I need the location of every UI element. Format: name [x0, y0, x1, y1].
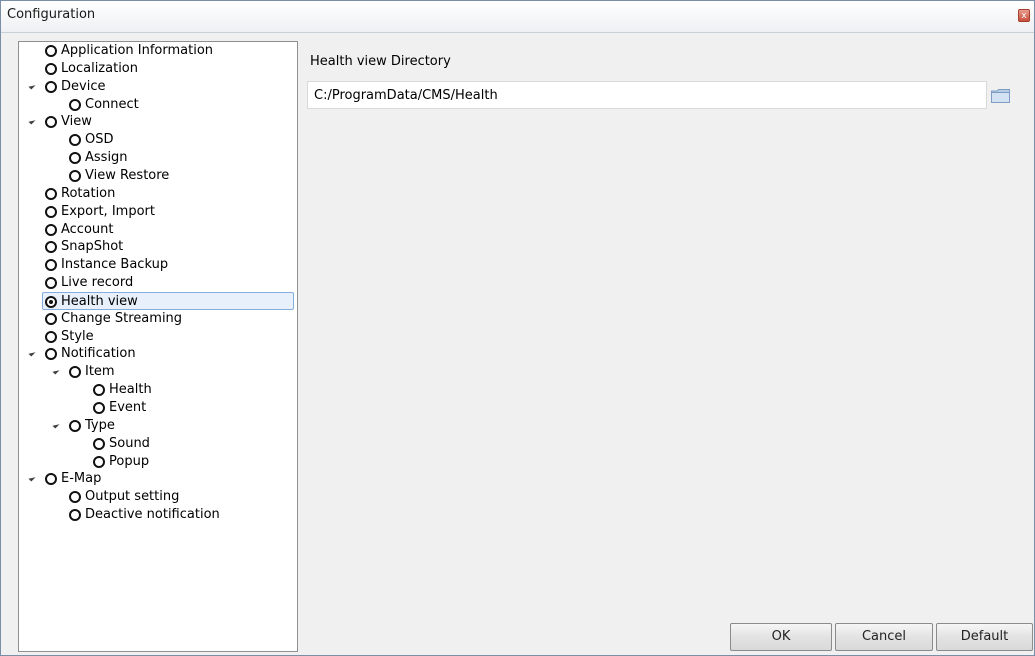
tree-item-label: Style	[61, 328, 94, 344]
tree-item-label: View Restore	[85, 167, 170, 183]
radio-icon[interactable]	[45, 187, 57, 200]
close-button[interactable]: x	[1018, 9, 1030, 22]
radio-checked-icon[interactable]	[45, 295, 57, 308]
expand-arrow-icon[interactable]	[28, 82, 36, 90]
health-view-directory-label: Health view Directory	[310, 54, 451, 69]
tree-item-notification[interactable]: Notification	[28, 345, 297, 363]
radio-icon[interactable]	[45, 473, 57, 486]
tree-item-popup[interactable]: Popup	[93, 453, 297, 471]
tree-item-change-streaming[interactable]: Change Streaming	[45, 310, 297, 328]
radio-icon[interactable]	[93, 402, 105, 414]
tree-item-type[interactable]: Type	[52, 417, 297, 435]
tree-item-label: Deactive notification	[85, 507, 220, 523]
tree-item-label: Health view	[61, 293, 138, 309]
folder-browse-icon[interactable]	[991, 89, 1010, 103]
ok-button[interactable]: OK	[730, 623, 832, 651]
tree-item-output-setting[interactable]: Output setting	[69, 488, 297, 506]
radio-icon[interactable]	[45, 348, 57, 361]
radio-icon[interactable]	[45, 330, 57, 343]
tree-item-label: Live record	[61, 275, 134, 291]
tree-item-item[interactable]: Item	[52, 363, 297, 381]
tree-item-label: Sound	[109, 435, 150, 451]
tree-item-label: Application Information	[61, 43, 214, 58]
tree-item-assign[interactable]: Assign	[69, 149, 297, 167]
tree-item-label: Popup	[109, 453, 150, 469]
tree-item-view[interactable]: View	[28, 113, 297, 131]
tree-item-connect[interactable]: Connect	[69, 96, 297, 114]
radio-icon[interactable]	[69, 491, 81, 504]
tree-item-label: Output setting	[85, 489, 180, 505]
radio-icon[interactable]	[45, 45, 57, 57]
tree-item-account[interactable]: Account	[45, 221, 297, 239]
radio-icon[interactable]	[45, 277, 57, 290]
tree-item-health[interactable]: Health	[93, 381, 297, 399]
tree-item-style[interactable]: Style	[45, 328, 297, 346]
configuration-dialog: Configuration x Application Information L…	[0, 0, 1035, 656]
tree-item-label: Assign	[85, 150, 128, 166]
tree-item-e-map[interactable]: E-Map	[28, 470, 297, 488]
tree-item-label: Instance Backup	[61, 257, 169, 273]
tree-item-label: E-Map	[61, 471, 102, 487]
tree-item-label: SnapShot	[61, 239, 124, 255]
expand-arrow-icon[interactable]	[28, 474, 36, 482]
radio-icon[interactable]	[93, 384, 105, 397]
tree-item-snapshot[interactable]: SnapShot	[45, 238, 297, 256]
radio-icon[interactable]	[45, 116, 57, 129]
radio-icon[interactable]	[45, 80, 57, 93]
radio-icon[interactable]	[69, 419, 81, 432]
settings-tree[interactable]: Application Information Localization Devic…	[18, 41, 298, 652]
radio-icon[interactable]	[69, 98, 81, 111]
tree-item-label: Localization	[61, 60, 138, 76]
tree-item-deactive-notification[interactable]: Deactive notification	[69, 506, 297, 524]
radio-icon[interactable]	[93, 437, 105, 450]
tree-item-label: View	[61, 114, 92, 130]
tree-item-live-record[interactable]: Live record	[45, 274, 297, 292]
tree-item-label: Change Streaming	[61, 310, 183, 326]
radio-icon[interactable]	[45, 62, 57, 75]
tree-item-label: Connect	[85, 96, 139, 112]
radio-icon[interactable]	[69, 169, 81, 182]
radio-icon[interactable]	[69, 366, 81, 379]
tree-item-instance-backup[interactable]: Instance Backup	[45, 256, 297, 274]
radio-icon[interactable]	[69, 152, 81, 165]
cancel-button[interactable]: Cancel	[835, 623, 933, 651]
title-bar: Configuration x	[1, 1, 1034, 33]
tree-item-event[interactable]: Event	[93, 399, 297, 417]
tree-item-label: Rotation	[61, 185, 116, 201]
tree-item-sound[interactable]: Sound	[93, 435, 297, 453]
tree-item-label: Health	[109, 382, 152, 398]
tree-item-view-restore[interactable]: View Restore	[69, 167, 297, 185]
health-directory-input[interactable]	[307, 81, 987, 109]
tree-item-rotation[interactable]: Rotation	[45, 185, 297, 203]
radio-icon[interactable]	[45, 223, 57, 236]
close-icon: x	[1021, 11, 1027, 21]
default-button[interactable]: Default	[936, 623, 1033, 651]
tree-item-health-view[interactable]: Health view	[42, 291, 294, 310]
radio-icon[interactable]	[45, 259, 57, 272]
tree-item-label: Type	[85, 417, 115, 433]
radio-icon[interactable]	[69, 134, 81, 147]
tree-item-label: Export, Import	[61, 203, 155, 219]
tree-item-osd[interactable]: OSD	[69, 131, 297, 149]
tree-item-device[interactable]: Device	[28, 78, 297, 96]
tree-item-label: Item	[85, 364, 115, 380]
radio-icon[interactable]	[45, 312, 57, 325]
tree-item-export-import[interactable]: Export, Import	[45, 203, 297, 221]
tree-item-label: Notification	[61, 346, 136, 362]
radio-icon[interactable]	[93, 455, 105, 468]
expand-arrow-icon[interactable]	[52, 421, 60, 429]
tree-item-label: Account	[61, 221, 114, 237]
radio-icon[interactable]	[45, 205, 57, 218]
expand-arrow-icon[interactable]	[28, 349, 36, 357]
radio-icon[interactable]	[45, 241, 57, 254]
radio-icon[interactable]	[69, 509, 81, 522]
expand-arrow-icon[interactable]	[28, 117, 36, 125]
expand-arrow-icon[interactable]	[52, 367, 60, 375]
tree-item-label: OSD	[85, 132, 114, 148]
tree-item-localization[interactable]: Localization	[45, 60, 297, 78]
tree-item-label: Device	[61, 78, 106, 94]
tree-item-application-information[interactable]: Application Information	[45, 42, 297, 60]
window-title: Configuration	[7, 7, 96, 22]
tree-item-label: Event	[109, 400, 147, 415]
